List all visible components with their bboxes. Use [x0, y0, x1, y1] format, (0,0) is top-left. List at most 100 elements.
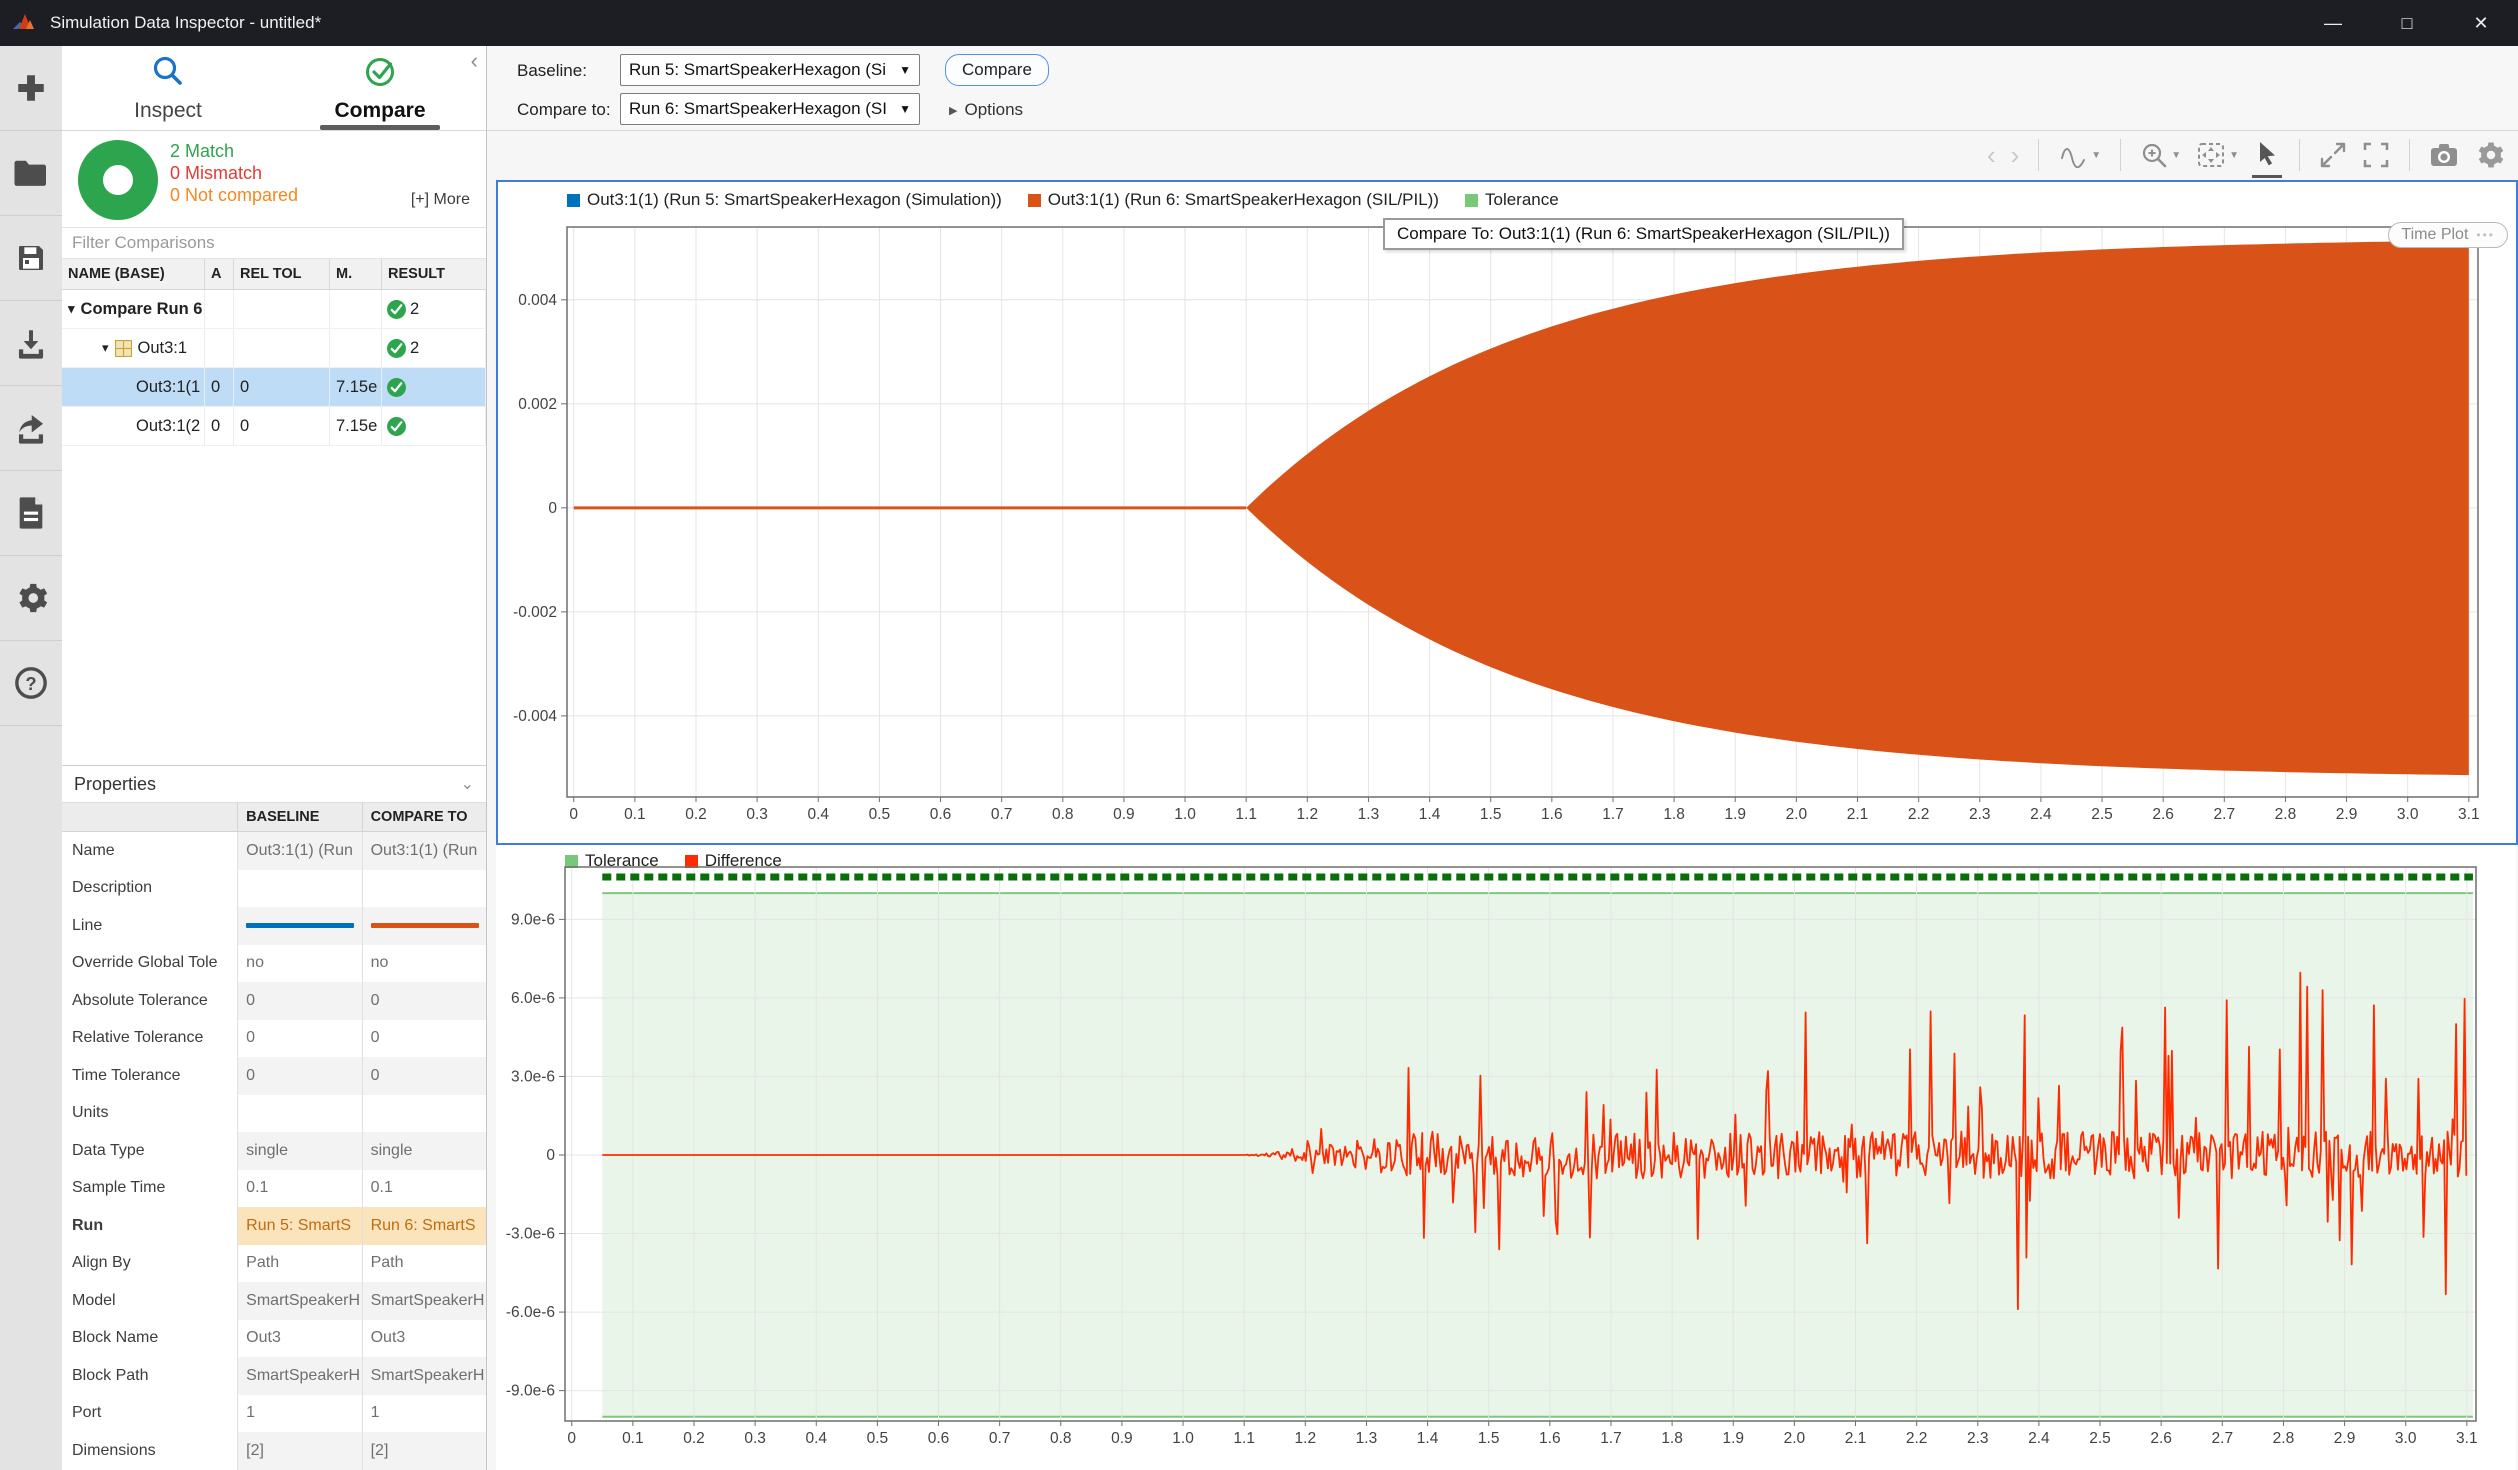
- row-max-diff: 7.15e: [330, 407, 382, 445]
- save-button[interactable]: [0, 216, 62, 301]
- comparison-row[interactable]: Out3:1(1007.15e: [62, 368, 486, 407]
- bottom-chart-plot-area[interactable]: 00.10.20.30.40.50.60.70.80.91.01.11.21.3…: [496, 845, 2512, 1470]
- svg-text:0.4: 0.4: [807, 806, 829, 823]
- property-label: Sample Time: [62, 1170, 237, 1208]
- dropdown-arrow-icon: ▼: [2171, 150, 2181, 161]
- snapshot-camera-button[interactable]: [2429, 142, 2459, 168]
- comparison-row[interactable]: ▾Compare Run 6: SmartSpeakerHe2: [62, 290, 486, 329]
- add-run-button[interactable]: [0, 46, 62, 131]
- close-button[interactable]: ✕: [2444, 0, 2518, 46]
- properties-panel: Properties ⌄ BASELINE COMPARE TO NameOut…: [62, 765, 486, 1470]
- compare-button[interactable]: Compare: [945, 54, 1049, 86]
- export-button[interactable]: [0, 386, 62, 471]
- comparison-row[interactable]: Out3:1(2007.15e: [62, 407, 486, 446]
- time-plot-badge[interactable]: Time Plot •••: [2388, 222, 2508, 248]
- compare-to-dropdown[interactable]: Run 6: SmartSpeakerHexagon (SI ▼: [620, 93, 920, 125]
- column-name-base[interactable]: NAME (BASE): [62, 259, 205, 289]
- options-triangle-icon: ▶: [949, 104, 957, 117]
- preferences-button[interactable]: [0, 556, 62, 641]
- tab-inspect[interactable]: Inspect: [62, 46, 274, 130]
- property-label: Block Path: [62, 1357, 237, 1395]
- compare-line-swatch: [371, 923, 479, 928]
- open-button[interactable]: [0, 131, 62, 216]
- property-compare-value: single: [362, 1132, 486, 1170]
- svg-text:1.6: 1.6: [1539, 1430, 1561, 1447]
- svg-text:1.0: 1.0: [1172, 1430, 1194, 1447]
- chevron-down-icon[interactable]: ⌄: [461, 774, 474, 794]
- baseline-line-swatch: [246, 923, 354, 928]
- top-chart-plot-area[interactable]: 00.10.20.30.40.50.60.70.80.91.01.11.21.3…: [498, 182, 2514, 846]
- help-button[interactable]: ?: [0, 641, 62, 726]
- property-row: Units: [62, 1095, 486, 1133]
- next-view-button[interactable]: ›: [2011, 142, 2020, 168]
- minimize-button[interactable]: —: [2296, 0, 2370, 46]
- save-icon: [15, 242, 47, 274]
- options-expander[interactable]: ▶ Options: [949, 100, 1023, 120]
- badge-menu-dots-icon[interactable]: •••: [2476, 228, 2495, 242]
- export-icon: [14, 411, 48, 445]
- filter-comparisons-input[interactable]: [62, 233, 486, 253]
- pointer-tool-button[interactable]: [2254, 140, 2280, 170]
- property-row: Relative Tolerance00: [62, 1020, 486, 1058]
- simulation-data-inspector-window: Simulation Data Inspector - untitled* — …: [0, 0, 2518, 1470]
- row-name: Compare Run 6: SmartSpeakerHe: [81, 300, 205, 319]
- properties-title: Properties: [74, 774, 156, 795]
- property-row: Absolute Tolerance00: [62, 982, 486, 1020]
- property-baseline-value: Out3: [237, 1320, 361, 1358]
- row-abs-tol: 0: [205, 407, 234, 445]
- property-row: Line: [62, 907, 486, 945]
- property-row: Block PathSmartSpeakerHSmartSpeakerH: [62, 1357, 486, 1395]
- report-button[interactable]: [0, 471, 62, 556]
- comparison-row[interactable]: ▾Out3:12: [62, 329, 486, 368]
- svg-text:?: ?: [25, 673, 36, 694]
- property-row: RunRun 5: SmartSRun 6: SmartS: [62, 1207, 486, 1245]
- property-baseline-value: [237, 1095, 361, 1133]
- difference-plot-bottom[interactable]: ToleranceDifference 00.10.20.30.40.50.60…: [496, 845, 2516, 1470]
- property-compare-value: Path: [362, 1245, 486, 1283]
- tab-compare[interactable]: Compare: [274, 46, 486, 130]
- column-max[interactable]: M.: [330, 259, 382, 289]
- titlebar: Simulation Data Inspector - untitled* — …: [0, 0, 2518, 46]
- dropdown-arrow-icon: ▼: [2229, 150, 2239, 161]
- maximize-button[interactable]: □: [2370, 0, 2444, 46]
- svg-text:2.1: 2.1: [1845, 1430, 1867, 1447]
- signal-overlay-button[interactable]: ▼: [2058, 142, 2101, 168]
- svg-text:6.0e-6: 6.0e-6: [511, 990, 555, 1007]
- panel-collapse-chevron-icon[interactable]: ‹: [471, 50, 478, 72]
- check-badge-icon: [386, 299, 407, 320]
- property-row: Dimensions[2][2]: [62, 1432, 486, 1470]
- svg-text:2.4: 2.4: [2028, 1430, 2050, 1447]
- column-rel-tol[interactable]: REL TOL: [234, 259, 330, 289]
- svg-text:1.1: 1.1: [1233, 1430, 1255, 1447]
- svg-text:1.0: 1.0: [1174, 806, 1196, 823]
- plot-settings-gear-button[interactable]: [2474, 140, 2504, 170]
- property-baseline-value: Run 5: SmartS: [237, 1207, 361, 1245]
- baseline-dropdown[interactable]: Run 5: SmartSpeakerHexagon (Si ▼: [620, 54, 920, 86]
- properties-header[interactable]: Properties ⌄: [62, 766, 486, 802]
- svg-text:0: 0: [546, 1147, 555, 1164]
- previous-view-button[interactable]: ‹: [1987, 142, 1996, 168]
- svg-text:0.8: 0.8: [1052, 806, 1074, 823]
- expander-triangle-icon[interactable]: ▾: [68, 301, 75, 317]
- import-button[interactable]: [0, 301, 62, 386]
- svg-text:1.2: 1.2: [1297, 806, 1319, 823]
- row-name-cell: Out3:1(1: [62, 368, 205, 406]
- expander-triangle-icon[interactable]: ▾: [102, 340, 109, 356]
- time-plot-top[interactable]: Out3:1(1) (Run 5: SmartSpeakerHexagon (S…: [496, 180, 2518, 845]
- svg-text:2.8: 2.8: [2275, 806, 2297, 823]
- fit-to-view-button[interactable]: ▼: [2196, 141, 2239, 169]
- fullscreen-button[interactable]: [2362, 141, 2390, 169]
- row-rel-tol: [234, 329, 330, 367]
- more-link[interactable]: [+] More: [411, 191, 470, 209]
- column-result[interactable]: RESULT: [382, 259, 486, 289]
- help-icon: ?: [14, 666, 48, 700]
- property-baseline-value: Out3:1(1) (Run: [237, 832, 361, 870]
- svg-text:0: 0: [567, 1430, 576, 1447]
- expand-plot-button[interactable]: [2319, 141, 2347, 169]
- svg-text:1.5: 1.5: [1480, 806, 1502, 823]
- inspect-search-icon: [150, 53, 186, 95]
- column-abs-tol[interactable]: A: [205, 259, 234, 289]
- property-label: Line: [62, 907, 237, 945]
- property-row: Align ByPathPath: [62, 1245, 486, 1283]
- zoom-button[interactable]: ▼: [2140, 141, 2181, 169]
